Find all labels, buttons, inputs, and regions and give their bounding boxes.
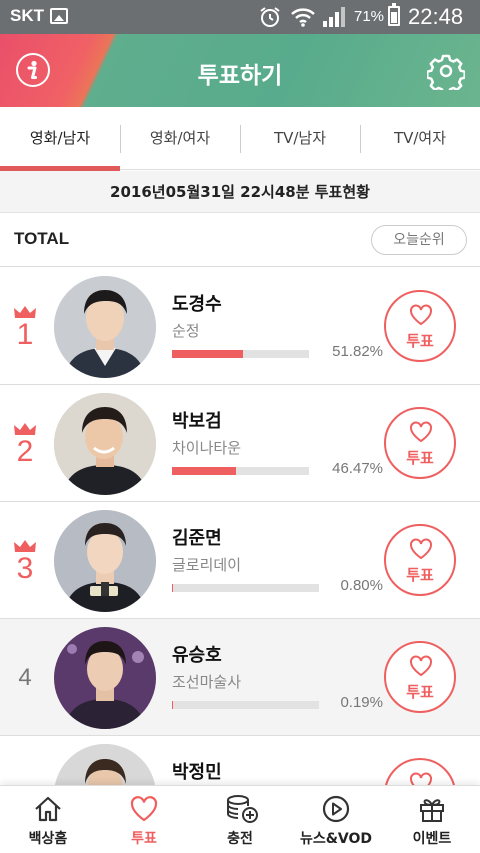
crown-icon (14, 423, 36, 435)
nav-label: 뉴스&VOD (299, 831, 373, 847)
category-tabs: 영화/남자 영화/여자 TV/남자 TV/여자 (0, 107, 480, 169)
vote-bar (172, 701, 319, 709)
avatar (54, 393, 156, 495)
gift-icon (420, 799, 444, 822)
nav-label: 백상홈 (28, 831, 68, 847)
rank-number: 4 (18, 664, 32, 691)
nav-charge[interactable]: 충전 (192, 786, 288, 853)
bottom-nav: 백상홈 투표 충전 뉴스&VOD 이벤트 (0, 785, 480, 853)
candidate-name: 김준면 (172, 528, 222, 549)
tab-movie-male[interactable]: 영화/남자 (0, 107, 120, 169)
avatar (54, 510, 156, 612)
heart-icon (410, 655, 432, 677)
candidate-name: 유승호 (172, 645, 222, 666)
alarm-icon (260, 7, 280, 27)
rank-number: 3 (16, 552, 34, 585)
vote-bar-fill (172, 350, 243, 358)
app-header: 투표하기 (0, 34, 480, 107)
page-title: 투표하기 (197, 63, 283, 89)
candidate-work: 차이나타운 (172, 439, 242, 457)
nav-label: 투표 (131, 831, 157, 847)
nav-news-vod[interactable]: 뉴스&VOD (288, 786, 384, 853)
vote-label: 투표 (406, 449, 434, 467)
battery-percent: 71% (354, 8, 385, 25)
play-icon (322, 795, 350, 823)
signal-icon (323, 7, 345, 27)
vote-bar (172, 467, 309, 475)
rank-number: 1 (16, 318, 34, 351)
coins-add-icon (227, 795, 258, 823)
vote-percent: 46.47% (332, 460, 383, 477)
avatar (54, 276, 156, 378)
total-label: TOTAL (14, 229, 70, 248)
vote-button[interactable]: 투표 (384, 641, 456, 713)
list-item: 4 유승호 조선마술사 0.19% 투표 (0, 619, 480, 736)
gallery-icon (50, 8, 68, 24)
vote-bar-fill (172, 584, 174, 592)
tab-tv-female[interactable]: TV/여자 (360, 107, 480, 169)
wifi-icon (291, 8, 315, 27)
candidate-name: 박정민 (172, 762, 222, 783)
vote-bar-fill (172, 467, 236, 475)
nav-event[interactable]: 이벤트 (384, 786, 480, 853)
candidate-work: 순정 (172, 322, 200, 340)
clock: 22:48 (408, 4, 464, 29)
vote-button[interactable]: 투표 (384, 407, 456, 479)
candidate-work: 조선마술사 (172, 673, 242, 691)
heart-icon (410, 421, 432, 443)
heart-icon (410, 304, 432, 326)
vote-percent: 51.82% (332, 343, 383, 360)
tab-tv-male[interactable]: TV/남자 (240, 107, 360, 169)
vote-percent: 0.19% (340, 694, 383, 711)
crown-icon (14, 540, 36, 552)
heart-icon (410, 538, 432, 560)
nav-label: 이벤트 (412, 831, 452, 847)
vote-percent: 0.80% (340, 577, 383, 594)
candidate-name: 도경수 (172, 294, 222, 315)
status-bar: SKT 71% 22:48 (0, 0, 480, 34)
gear-icon[interactable] (427, 52, 465, 90)
candidate-name: 박보검 (172, 411, 222, 432)
crown-icon (14, 306, 36, 318)
today-ranking-button[interactable]: 오늘순위 (371, 225, 467, 255)
list-item: 3 김준면 글로리데이 0.80% 투표 (0, 502, 480, 619)
home-icon (35, 796, 61, 822)
vote-bar (172, 350, 309, 358)
list-item: 2 박보검 차이나타운 46.47% 투표 (0, 385, 480, 502)
vote-button[interactable]: 투표 (384, 524, 456, 596)
vote-label: 투표 (406, 566, 434, 584)
nav-home[interactable]: 백상홈 (0, 786, 96, 853)
rank-number: 2 (16, 435, 34, 468)
nav-vote[interactable]: 투표 (96, 786, 192, 853)
vote-status-date: 2016년05월31일 22시48분 투표현황 (0, 171, 480, 213)
list-item: 1 도경수 순정 51.82% 투표 (0, 268, 480, 385)
total-header: TOTAL 오늘순위 (0, 213, 480, 267)
battery-icon (388, 3, 400, 26)
avatar (54, 627, 156, 729)
vote-label: 투표 (406, 683, 434, 701)
vote-bar (172, 584, 319, 592)
tab-movie-female[interactable]: 영화/여자 (120, 107, 240, 169)
nav-label: 충전 (227, 831, 253, 847)
heart-icon (130, 796, 158, 822)
candidate-work: 글로리데이 (172, 556, 242, 574)
carrier-label: SKT (10, 6, 44, 25)
vote-label: 투표 (406, 332, 434, 350)
vote-button[interactable]: 투표 (384, 290, 456, 362)
